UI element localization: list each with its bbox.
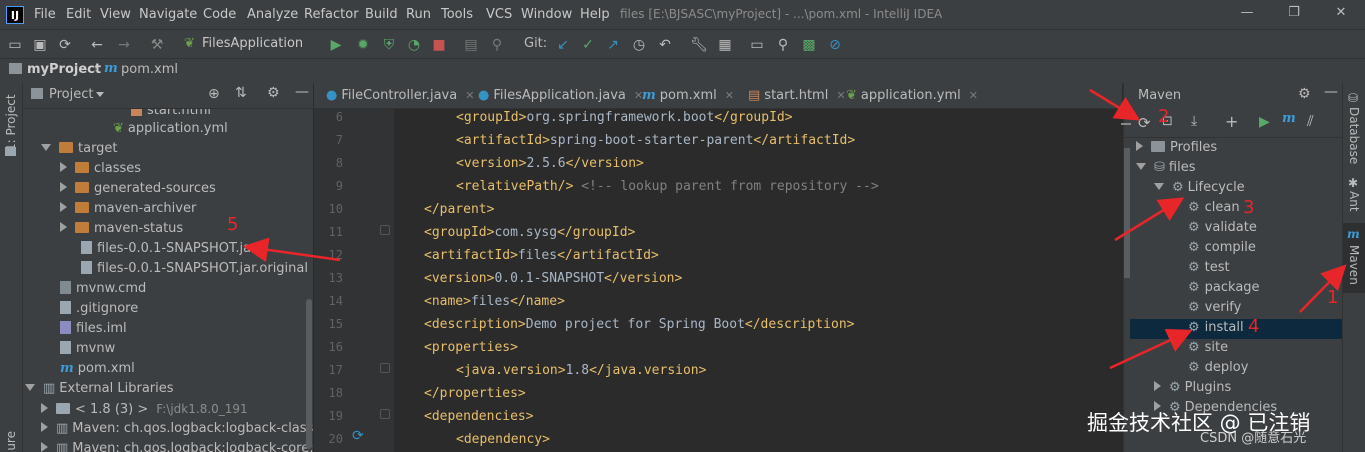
annotation-label-3: 3 (1243, 197, 1255, 218)
annotation-label-2: 2 (1158, 106, 1170, 127)
annotation-arrow-4 (1109, 329, 1193, 370)
annotation-label-4: 4 (1248, 316, 1260, 337)
annotation-label-5: 5 (227, 214, 239, 235)
annotation-label-1: 1 (1327, 287, 1339, 308)
annotation-arrow-3 (1114, 197, 1185, 242)
annotation-overlay (243, 88, 1347, 370)
annotation-arrow-2 (1089, 88, 1141, 121)
watermark-small: CSDN @随意石光 (1200, 431, 1307, 446)
annotation-arrow-5 (243, 237, 341, 263)
